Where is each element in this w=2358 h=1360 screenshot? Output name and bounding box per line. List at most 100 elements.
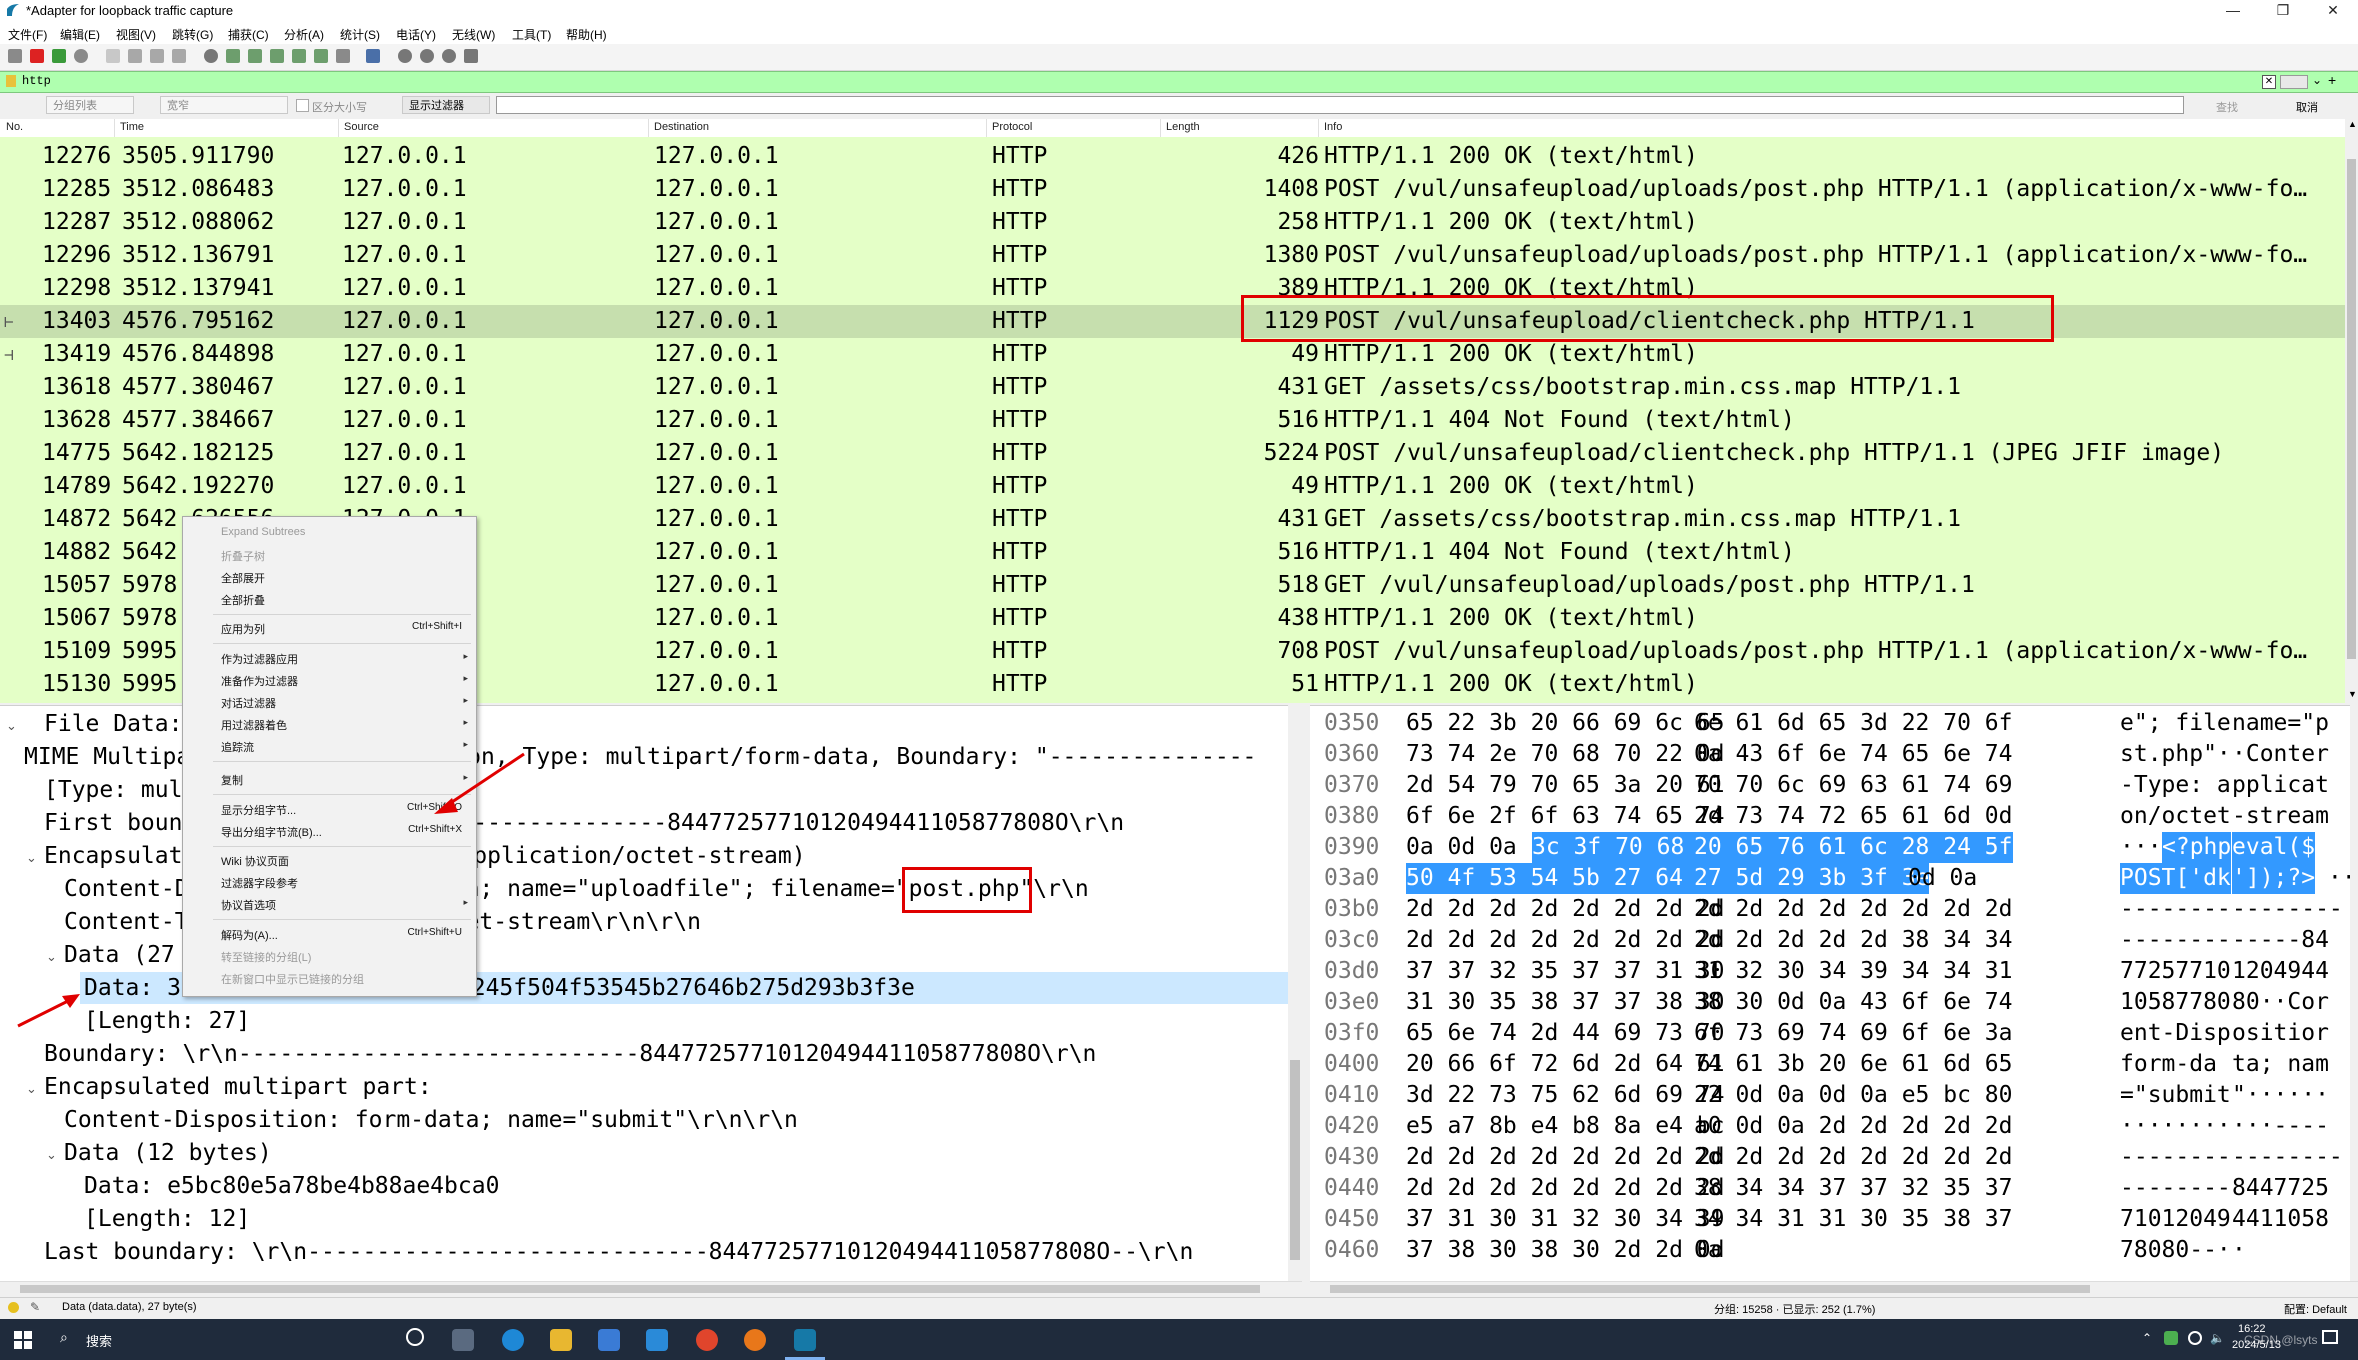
tray-app-icon[interactable] bbox=[2164, 1331, 2178, 1345]
packet-row[interactable]: 14775 5642.182125 127.0.0.1 127.0.0.1 HTTP 52… bbox=[0, 437, 2345, 470]
menu-go-to-linked-packet[interactable]: 转至链接的分组(L) bbox=[221, 949, 311, 965]
colorize-icon[interactable] bbox=[366, 49, 380, 63]
details-scrollbar[interactable] bbox=[1288, 705, 1302, 1275]
bytes-row[interactable]: 0430 2d 2d 2d 2d 2d 2d 2d 2d 2d 2d 2d 2d 2… bbox=[1310, 1142, 2350, 1173]
reload-file-icon[interactable] bbox=[172, 49, 186, 63]
display-filter-bar[interactable]: http ✕ ⌄ + bbox=[0, 71, 2358, 93]
menu-conversation-filter[interactable]: 对话过滤器 bbox=[221, 695, 276, 711]
column-source[interactable]: Source bbox=[344, 121, 379, 133]
scroll-thumb[interactable] bbox=[1290, 1060, 1300, 1260]
packet-row[interactable]: 12296 3512.136791 127.0.0.1 127.0.0.1 HTTP 13… bbox=[0, 239, 2345, 272]
scroll-up-icon[interactable]: ▲ bbox=[2348, 119, 2357, 129]
bytes-row[interactable]: 0440 2d 2d 2d 2d 2d 2d 2d 2d 38 34 34 37 3… bbox=[1310, 1173, 2350, 1204]
wireshark-taskbar-icon[interactable] bbox=[794, 1329, 816, 1351]
filter-dropdown-icon[interactable]: ⌄ bbox=[2312, 73, 2322, 87]
column-info[interactable]: Info bbox=[1324, 121, 1342, 133]
menu-capture[interactable]: 捕获(C) bbox=[228, 26, 269, 43]
menu-view[interactable]: 视图(V) bbox=[116, 26, 156, 43]
restart-capture-icon[interactable] bbox=[52, 49, 66, 63]
packet-bytes-pane[interactable]: 0350 65 22 3b 20 66 69 6c 65 6e 61 6d 65 3… bbox=[1310, 705, 2350, 1282]
detail-row[interactable]: Encapsulated multipart part: bbox=[44, 1071, 432, 1103]
bytes-row[interactable]: 03d0 37 37 32 35 37 37 31 30 31 32 30 34 3… bbox=[1310, 956, 2350, 987]
menu-wiki-protocol-page[interactable]: Wiki 协议页面 bbox=[221, 853, 289, 869]
status-profile[interactable]: 配置: Default bbox=[2284, 1301, 2347, 1317]
bytes-row[interactable]: 03c0 2d 2d 2d 2d 2d 2d 2d 2d 2d 2d 2d 2d 2… bbox=[1310, 925, 2350, 956]
packet-row[interactable]: 13628 4577.384667 127.0.0.1 127.0.0.1 HTTP 51… bbox=[0, 404, 2345, 437]
menu-expand-all[interactable]: 全部展开 bbox=[221, 570, 265, 586]
go-forward-icon[interactable] bbox=[248, 49, 262, 63]
menu-copy[interactable]: 复制 bbox=[221, 772, 243, 788]
network-icon[interactable] bbox=[2188, 1331, 2202, 1345]
close-button[interactable]: ✕ bbox=[2308, 0, 2358, 22]
menu-expand-subtrees[interactable]: Expand Subtrees bbox=[221, 526, 305, 538]
bytes-row[interactable]: 0420 e5 a7 8b e4 b8 8a e4 bc a0 0d 0a 2d 2… bbox=[1310, 1111, 2350, 1142]
go-to-packet-icon[interactable] bbox=[270, 49, 284, 63]
tray-chevron-icon[interactable]: ⌃ bbox=[2142, 1331, 2152, 1345]
column-separator[interactable] bbox=[338, 119, 339, 137]
menu-show-linked-packet-new-window[interactable]: 在新窗口中显示已链接的分组 bbox=[221, 971, 364, 987]
packet-row[interactable]: 12285 3512.086483 127.0.0.1 127.0.0.1 HTTP 14… bbox=[0, 173, 2345, 206]
expand-toggle-icon[interactable]: ⌄ bbox=[46, 1147, 57, 1163]
zoom-reset-icon[interactable] bbox=[442, 49, 456, 63]
case-sensitive-checkbox[interactable] bbox=[296, 99, 309, 112]
column-separator[interactable] bbox=[1318, 119, 1319, 137]
search-charset-select[interactable]: 宽窄 bbox=[160, 96, 288, 114]
menu-file[interactable]: 文件(F) bbox=[8, 26, 47, 43]
bytes-row[interactable]: 0390 0a 0d 0a 3c 3f 70 68 70 20 65 76 61 6c… bbox=[1310, 832, 2350, 863]
menu-colorize-with-filter[interactable]: 用过滤器着色 bbox=[221, 717, 287, 733]
add-filter-button-icon[interactable]: + bbox=[2328, 72, 2336, 88]
zoom-out-icon[interactable] bbox=[420, 49, 434, 63]
detail-row[interactable]: Boundary: \r\n--------------------------… bbox=[44, 1038, 1096, 1070]
volume-icon[interactable]: 🔈 bbox=[2210, 1331, 2225, 1345]
stop-capture-icon[interactable] bbox=[30, 49, 44, 63]
detail-row[interactable]: [Length: 27] bbox=[84, 1005, 250, 1037]
close-file-icon[interactable] bbox=[150, 49, 164, 63]
zoom-in-icon[interactable] bbox=[398, 49, 412, 63]
column-separator[interactable] bbox=[1160, 119, 1161, 137]
expand-toggle-icon[interactable]: ⌄ bbox=[6, 718, 17, 734]
scroll-down-icon[interactable]: ▼ bbox=[2348, 689, 2357, 699]
menu-help[interactable]: 帮助(H) bbox=[566, 26, 607, 43]
bytes-row[interactable]: 03b0 2d 2d 2d 2d 2d 2d 2d 2d 2d 2d 2d 2d 2… bbox=[1310, 894, 2350, 925]
cortana-icon[interactable] bbox=[406, 1328, 424, 1346]
firefox-icon[interactable] bbox=[744, 1329, 766, 1351]
menu-filter-field-reference[interactable]: 过滤器字段参考 bbox=[221, 875, 298, 891]
chrome-icon[interactable] bbox=[696, 1329, 718, 1351]
column-length[interactable]: Length bbox=[1166, 121, 1200, 133]
menu-collapse-all[interactable]: 全部折叠 bbox=[221, 592, 265, 608]
bytes-row[interactable]: 0370 2d 54 79 70 65 3a 20 61 70 70 6c 69 6… bbox=[1310, 770, 2350, 801]
autoscroll-icon[interactable] bbox=[336, 49, 350, 63]
menu-analyze[interactable]: 分析(A) bbox=[284, 26, 324, 43]
cancel-button[interactable]: 取消 bbox=[2296, 99, 2318, 115]
detail-row[interactable]: File Data: bbox=[44, 708, 182, 740]
menu-decode-as[interactable]: 解码为(A)... bbox=[221, 927, 278, 943]
detail-row[interactable]: Data: e5bc80e5a78be4b88ae4bca0 bbox=[84, 1170, 499, 1202]
first-packet-icon[interactable] bbox=[292, 49, 306, 63]
display-filter-input[interactable]: http bbox=[22, 74, 51, 88]
menu-collapse-subtrees[interactable]: 折叠子树 bbox=[221, 548, 265, 564]
bytes-row[interactable]: 0450 37 31 30 31 32 30 34 39 34 34 31 31 3… bbox=[1310, 1204, 2350, 1235]
minimize-button[interactable]: — bbox=[2208, 0, 2258, 22]
menu-protocol-preferences[interactable]: 协议首选项 bbox=[221, 897, 276, 913]
task-view-icon[interactable] bbox=[452, 1329, 474, 1351]
search-mode-select[interactable]: 显示过滤器 bbox=[402, 96, 490, 114]
packet-row[interactable]: 14789 5642.192270 127.0.0.1 127.0.0.1 HTTP 49… bbox=[0, 470, 2345, 503]
bytes-row[interactable]: 0360 73 74 2e 70 68 70 22 0d 0a 43 6f 6e 7… bbox=[1310, 739, 2350, 770]
search-scope-select[interactable]: 分组列表 bbox=[46, 96, 134, 114]
bytes-row[interactable]: 03a0 50 4f 53 54 5b 27 64 6b 27 5d 29 3b 3… bbox=[1310, 863, 2350, 894]
store-icon[interactable] bbox=[598, 1329, 620, 1351]
menu-statistics[interactable]: 统计(S) bbox=[340, 26, 380, 43]
column-destination[interactable]: Destination bbox=[654, 121, 709, 133]
search-input[interactable] bbox=[496, 96, 2184, 114]
bytes-row[interactable]: 0380 6f 6e 2f 6f 63 74 65 74 2d 73 74 72 6… bbox=[1310, 801, 2350, 832]
scroll-thumb[interactable] bbox=[1330, 1285, 2090, 1293]
menu-prepare-as-filter[interactable]: 准备作为过滤器 bbox=[221, 673, 298, 689]
expand-toggle-icon[interactable]: ⌄ bbox=[26, 850, 37, 866]
details-hscrollbar[interactable] bbox=[0, 1281, 1302, 1296]
menu-apply-as-column[interactable]: 应用为列 bbox=[221, 621, 265, 637]
save-file-icon[interactable] bbox=[128, 49, 142, 63]
expert-info-icon[interactable] bbox=[8, 1302, 19, 1313]
bookmark-icon[interactable] bbox=[6, 75, 16, 87]
column-separator[interactable] bbox=[648, 119, 649, 137]
menu-wireless[interactable]: 无线(W) bbox=[452, 26, 495, 43]
